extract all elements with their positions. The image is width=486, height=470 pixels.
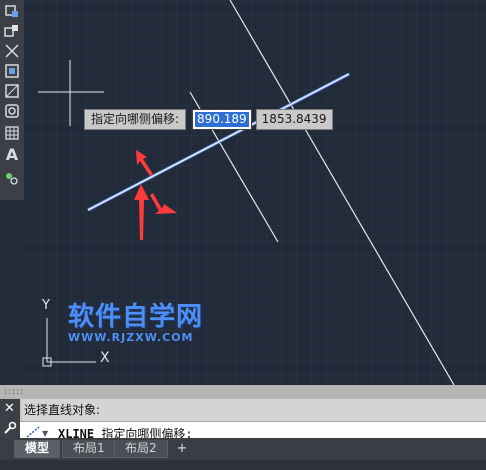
add-layout-icon[interactable]: +	[174, 441, 190, 456]
wblock-icon[interactable]	[3, 2, 21, 20]
layers-icon[interactable]	[3, 170, 21, 188]
wrench-icon[interactable]	[3, 421, 17, 439]
autocad-window: A Y X 指定向哪侧偏移: 890.189 1853.8439 软件自学网 W…	[0, 0, 486, 470]
chevron-down-icon[interactable]: ▼	[42, 429, 52, 438]
command-line-side: ✕	[0, 399, 20, 443]
text-icon-glyph: A	[5, 145, 19, 164]
dynamic-input-value-active: 890.189	[195, 112, 249, 127]
hatch-region-icon[interactable]	[3, 82, 21, 100]
point-icon[interactable]	[3, 102, 21, 120]
close-icon[interactable]: ✕	[4, 402, 15, 416]
status-strip	[0, 460, 486, 470]
dynamic-input-prompt: 指定向哪侧偏移:	[84, 109, 187, 130]
ucs-x-label: X	[100, 350, 110, 366]
layout-tabs: 模型 布局1 布局2 +	[0, 438, 486, 470]
insert-block-icon[interactable]	[3, 22, 21, 40]
dynamic-input-tooltip: 指定向哪侧偏移: 890.189 1853.8439	[84, 109, 333, 130]
grip-dots-icon: :::::	[4, 387, 25, 397]
tab-model[interactable]: 模型	[14, 440, 61, 458]
trim-region-icon[interactable]	[3, 62, 21, 80]
watermark-title: 软件自学网	[68, 302, 204, 332]
draw-toolbar: A	[0, 0, 25, 200]
table-icon[interactable]	[3, 124, 21, 142]
ucs-y-label: Y	[42, 298, 50, 313]
dynamic-input-field-active[interactable]: 890.189	[192, 109, 252, 130]
text-icon[interactable]: A	[3, 146, 21, 164]
explode-icon[interactable]	[3, 42, 21, 60]
watermark-url: WWW.RJZXW.COM	[68, 331, 194, 344]
watermark: 软件自学网 WWW.RJZXW.COM	[68, 296, 228, 344]
tab-layout1[interactable]: 布局1	[62, 440, 116, 458]
tab-layout2[interactable]: 布局2	[114, 440, 168, 458]
dynamic-input-field-second[interactable]: 1853.8439	[255, 109, 333, 130]
command-line-grip[interactable]: :::::	[0, 385, 486, 399]
command-history-line: 选择直线对象:	[22, 399, 486, 421]
